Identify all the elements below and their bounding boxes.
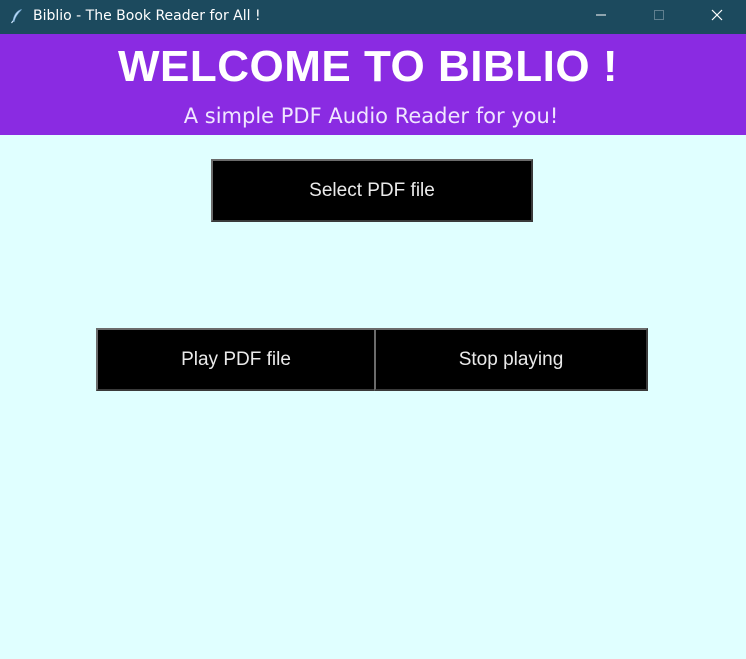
window-titlebar[interactable]: Biblio - The Book Reader for All ! [0,0,746,34]
window-title: Biblio - The Book Reader for All ! [33,8,261,24]
play-pdf-button[interactable]: Play PDF file [96,328,376,391]
maximize-button[interactable] [636,0,682,34]
close-button[interactable] [694,0,740,34]
feather-icon [9,8,25,24]
banner-subtitle: A simple PDF Audio Reader for you! [183,104,559,128]
stop-playing-button[interactable]: Stop playing [374,328,648,391]
banner-title: WELCOME TO BIBLIO ! [118,42,618,91]
close-icon [711,8,723,26]
minimize-icon [595,8,607,26]
welcome-banner: WELCOME TO BIBLIO ! A simple PDF Audio R… [0,34,746,135]
maximize-icon [653,8,665,26]
select-pdf-button[interactable]: Select PDF file [211,159,533,222]
minimize-button[interactable] [578,0,624,34]
